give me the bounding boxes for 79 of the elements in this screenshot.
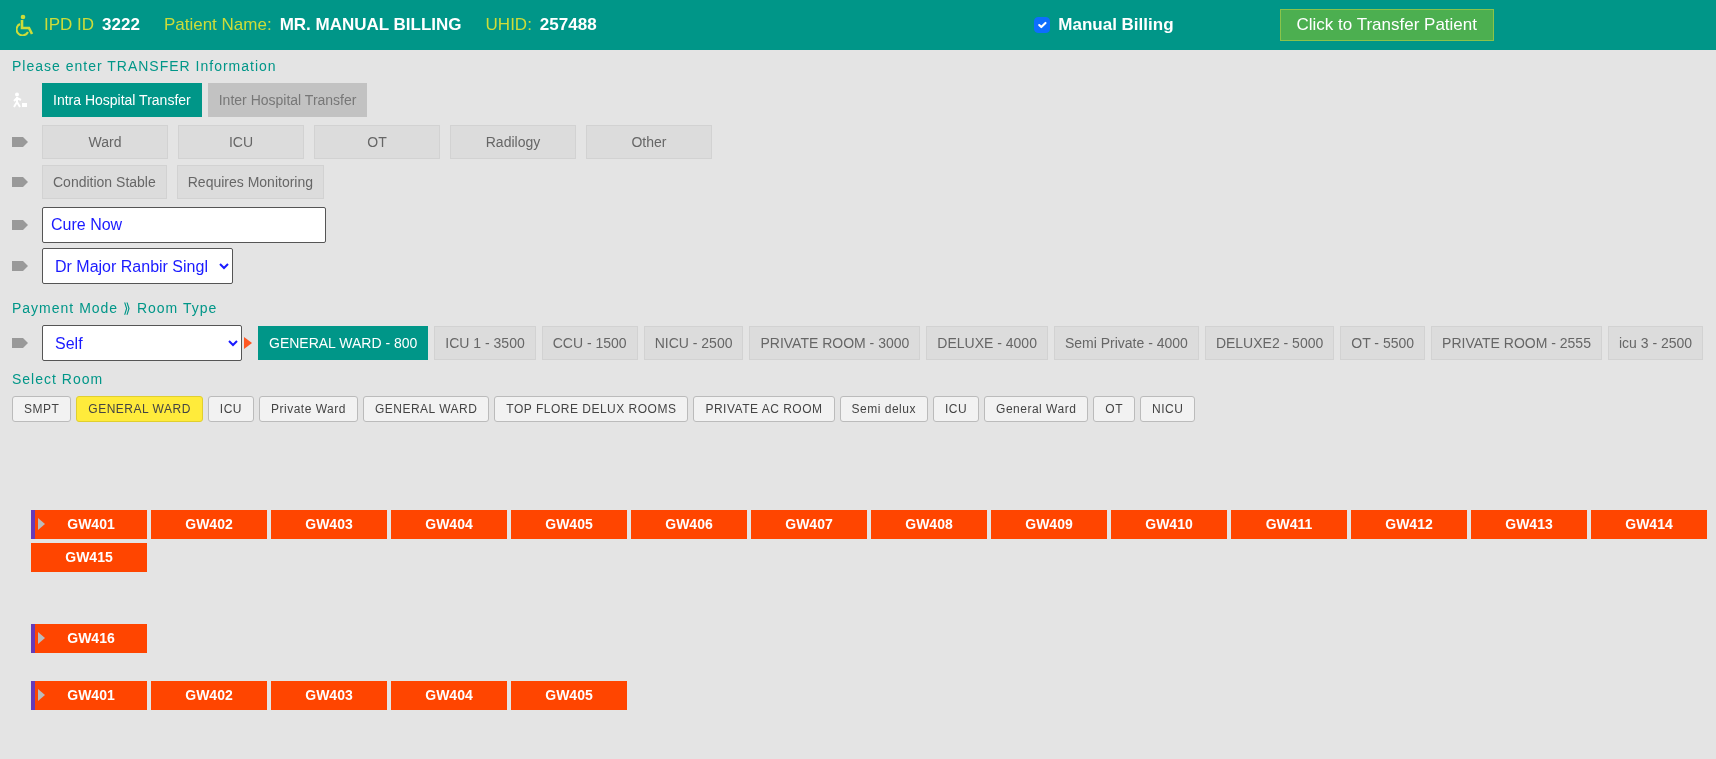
- room-button[interactable]: Semi delux: [839, 396, 928, 422]
- manual-billing-label: Manual Billing: [1058, 14, 1174, 37]
- bed-button[interactable]: GW412: [1351, 510, 1467, 539]
- patient-name: MR. MANUAL BILLING: [279, 14, 462, 37]
- pointer-icon: [244, 337, 252, 349]
- room-type-button[interactable]: icu 3 - 2500: [1607, 326, 1704, 360]
- bed-button[interactable]: GW413: [1471, 510, 1587, 539]
- ipd-id: 3222: [102, 14, 140, 37]
- room-button[interactable]: GENERAL WARD: [76, 396, 203, 422]
- room-button[interactable]: PRIVATE AC ROOM: [693, 396, 835, 422]
- tag-icon: [12, 219, 28, 231]
- bed-button[interactable]: GW401: [31, 510, 147, 539]
- option-button[interactable]: Requires Monitoring: [176, 165, 325, 199]
- doctor-select[interactable]: Dr Major Ranbir Singl: [42, 248, 233, 284]
- bed-button[interactable]: GW404: [391, 510, 507, 539]
- bed-button[interactable]: GW411: [1231, 510, 1347, 539]
- room-button[interactable]: ICU: [207, 396, 254, 422]
- bed-button[interactable]: GW404: [391, 681, 507, 710]
- room-type-button[interactable]: DELUXE2 - 5000: [1204, 326, 1335, 360]
- patient-name-label: Patient Name:: [163, 14, 272, 37]
- bed-button[interactable]: GW410: [1111, 510, 1227, 539]
- option-button[interactable]: OT: [314, 125, 440, 159]
- section-heading: Payment Mode ⟫ Room Type: [12, 299, 219, 318]
- option-button[interactable]: Other: [586, 125, 712, 159]
- room-type-button[interactable]: PRIVATE ROOM - 2555: [1431, 326, 1602, 360]
- room-button[interactable]: SMPT: [12, 396, 72, 422]
- walking-person-icon: [12, 92, 28, 108]
- option-button[interactable]: Intra Hospital Transfer: [42, 83, 202, 117]
- room-type-button[interactable]: OT - 5500: [1340, 326, 1426, 360]
- bed-button[interactable]: GW409: [991, 510, 1107, 539]
- room-button[interactable]: General Ward: [984, 396, 1089, 422]
- bed-button[interactable]: GW416: [31, 624, 147, 653]
- bed-button[interactable]: GW405: [511, 510, 627, 539]
- bed-button[interactable]: GW407: [751, 510, 867, 539]
- tag-icon: [12, 136, 28, 148]
- room-type-button[interactable]: PRIVATE ROOM - 3000: [749, 326, 921, 360]
- bed-button[interactable]: GW402: [151, 510, 267, 539]
- wheelchair-icon: [16, 14, 36, 36]
- bed-button[interactable]: GW403: [271, 510, 387, 539]
- uhid-label: UHID:: [485, 14, 532, 37]
- room-type-button[interactable]: Semi Private - 4000: [1053, 326, 1199, 360]
- room-button[interactable]: GENERAL WARD: [362, 396, 490, 422]
- manual-billing-checkbox[interactable]: [1034, 17, 1051, 33]
- triangle-icon: [38, 518, 45, 530]
- ipd-label: IPD ID: [44, 14, 95, 37]
- room-button[interactable]: TOP FLORE DELUX ROOMS: [494, 396, 689, 422]
- room-button[interactable]: OT: [1093, 396, 1135, 422]
- room-button[interactable]: Private Ward: [259, 396, 358, 422]
- bed-button[interactable]: GW408: [871, 510, 987, 539]
- room-type-button[interactable]: GENERAL WARD - 800: [258, 326, 429, 360]
- option-button[interactable]: Inter Hospital Transfer: [207, 83, 368, 117]
- tag-icon: [12, 260, 28, 272]
- bed-button[interactable]: GW406: [631, 510, 747, 539]
- section-heading: Please enter TRANSFER Information: [12, 57, 278, 76]
- tag-icon: [12, 176, 28, 188]
- room-button[interactable]: NICU: [1140, 396, 1196, 422]
- option-button[interactable]: Ward: [42, 125, 168, 159]
- room-type-button[interactable]: ICU 1 - 3500: [434, 326, 536, 360]
- option-button[interactable]: Radilogy: [450, 125, 576, 159]
- payment-mode-select[interactable]: Self: [42, 325, 242, 361]
- room-type-button[interactable]: NICU - 2500: [643, 326, 744, 360]
- bed-button[interactable]: GW401: [31, 681, 147, 710]
- option-button[interactable]: Condition Stable: [42, 165, 167, 199]
- bed-button[interactable]: GW415: [31, 543, 147, 572]
- triangle-icon: [38, 632, 45, 644]
- bed-button[interactable]: GW402: [151, 681, 267, 710]
- bed-button[interactable]: GW414: [1591, 510, 1707, 539]
- bed-button[interactable]: GW405: [511, 681, 627, 710]
- transfer-patient-button[interactable]: Click to Transfer Patient: [1279, 9, 1494, 41]
- section-heading: Select Room: [12, 370, 105, 389]
- bed-button[interactable]: GW403: [271, 681, 387, 710]
- option-button[interactable]: ICU: [178, 125, 304, 159]
- room-type-button[interactable]: DELUXE - 4000: [926, 326, 1048, 360]
- hospital-name-field[interactable]: Cure Now: [42, 207, 326, 243]
- room-type-button[interactable]: CCU - 1500: [541, 326, 638, 360]
- uhid-value: 257488: [539, 14, 597, 37]
- room-button[interactable]: ICU: [932, 396, 980, 422]
- triangle-icon: [38, 689, 45, 701]
- tag-icon: [12, 337, 28, 349]
